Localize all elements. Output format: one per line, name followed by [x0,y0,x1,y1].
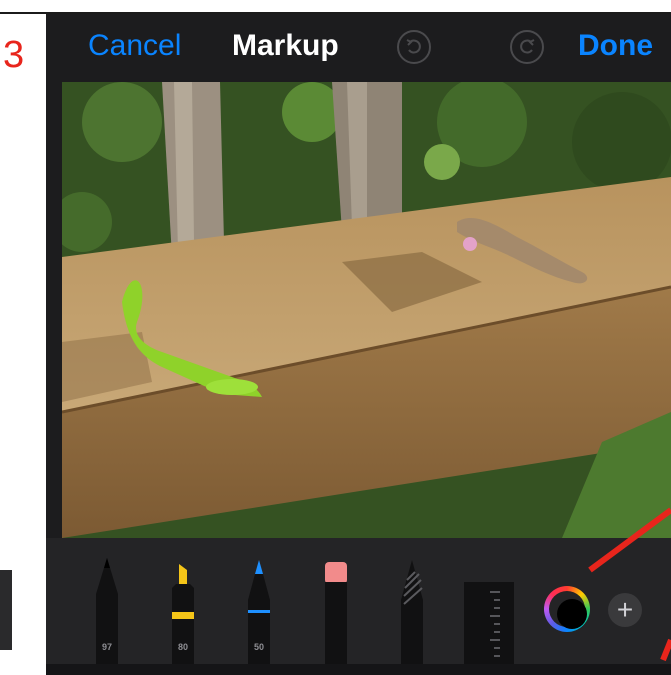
adjacent-screenshot-fragment [0,570,12,650]
eraser-tool[interactable] [321,562,351,664]
markup-screen: Cancel Markup Done 97 80 50 + [46,14,671,675]
undo-button[interactable] [397,30,431,64]
add-button[interactable]: + [608,593,642,627]
lasso-tool[interactable] [397,560,427,664]
redo-button[interactable] [510,30,544,64]
ruler-icon [464,582,514,664]
highlighter-width-label: 80 [177,642,188,652]
page-title: Markup [232,29,339,62]
color-picker-ring [549,591,587,629]
pencil-tool[interactable]: 50 [244,560,274,664]
navigation-bar: Cancel Markup Done [46,14,671,82]
eraser-icon [325,562,347,664]
step-number: 3 [3,34,25,76]
selected-color-swatch [557,599,587,629]
plus-icon: + [616,594,634,625]
done-button[interactable]: Done [578,28,653,64]
redo-icon [520,39,535,54]
lasso-icon [401,560,423,664]
pen-width-label: 97 [101,642,112,652]
pencil-width-label: 50 [253,642,264,652]
pen-tool[interactable]: 97 [92,558,122,664]
cancel-button[interactable]: Cancel [88,28,181,64]
highlighter-tool[interactable]: 80 [168,564,198,664]
undo-icon [406,39,421,54]
photo-image [62,82,671,538]
markup-toolbar: 97 80 50 + [46,538,671,664]
photo-canvas[interactable] [62,82,671,538]
color-picker-button[interactable] [544,586,590,632]
ruler-tool[interactable] [464,582,514,664]
home-indicator-area [46,664,671,675]
